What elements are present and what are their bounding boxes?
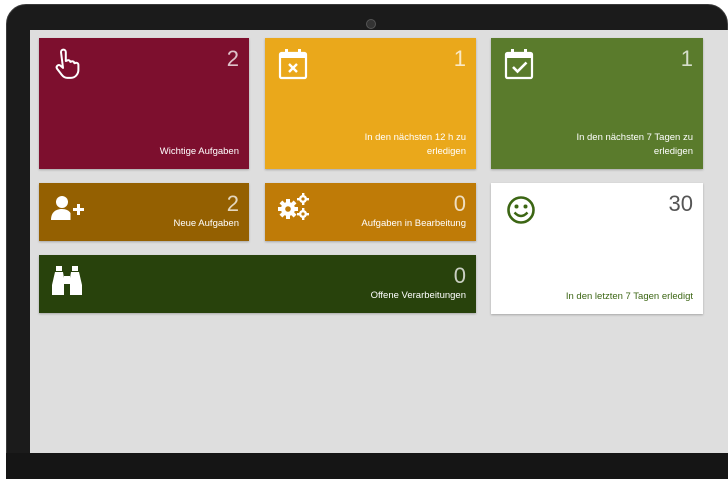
tile-count: 30	[668, 191, 693, 216]
tile-count: 0	[453, 191, 466, 216]
tile-open-processing[interactable]: 0 Offene Verarbeitungen	[39, 255, 476, 313]
tile-count: 1	[680, 46, 693, 71]
tile-count: 2	[226, 191, 239, 216]
binoculars-icon	[51, 265, 83, 297]
tile-tasks-in-progress[interactable]: 0 Aufgaben in Bearbeitung	[265, 183, 476, 241]
tile-label: Offene Verarbeitungen	[370, 290, 466, 301]
tile-due-12h[interactable]: 1 In den nächsten 12 h zu erledigen	[265, 38, 476, 169]
tile-label: Aufgaben in Bearbeitung	[361, 218, 466, 229]
calendar-x-icon	[277, 48, 311, 80]
tile-label: Neue Aufgaben	[173, 218, 239, 229]
tile-label: In den nächsten 7 Tagen zu erledigen	[576, 132, 693, 157]
tile-count: 1	[453, 46, 466, 71]
smiley-icon	[506, 195, 536, 225]
tablet-bezel-bottom	[6, 453, 728, 479]
tile-label: In den letzten 7 Tagen erledigt	[565, 291, 693, 302]
tile-label: In den nächsten 12 h zu erledigen	[364, 132, 466, 157]
calendar-check-icon	[503, 48, 537, 80]
add-user-icon	[51, 195, 85, 221]
gears-icon	[277, 192, 311, 222]
pointing-hand-icon	[51, 48, 85, 80]
tile-count: 0	[453, 263, 466, 288]
tile-completed-last-7-days[interactable]: 30 In den letzten 7 Tagen erledigt	[491, 183, 703, 314]
camera-dot	[366, 19, 376, 29]
dashboard-screen: 2 Wichtige Aufgaben 1 In den nächsten 12…	[30, 30, 728, 453]
tile-new-tasks[interactable]: 2 Neue Aufgaben	[39, 183, 249, 241]
tile-due-7-days[interactable]: 1 In den nächsten 7 Tagen zu erledigen	[491, 38, 703, 169]
tile-count: 2	[226, 46, 239, 71]
tile-label: Wichtige Aufgaben	[159, 146, 239, 157]
tile-important-tasks[interactable]: 2 Wichtige Aufgaben	[39, 38, 249, 169]
